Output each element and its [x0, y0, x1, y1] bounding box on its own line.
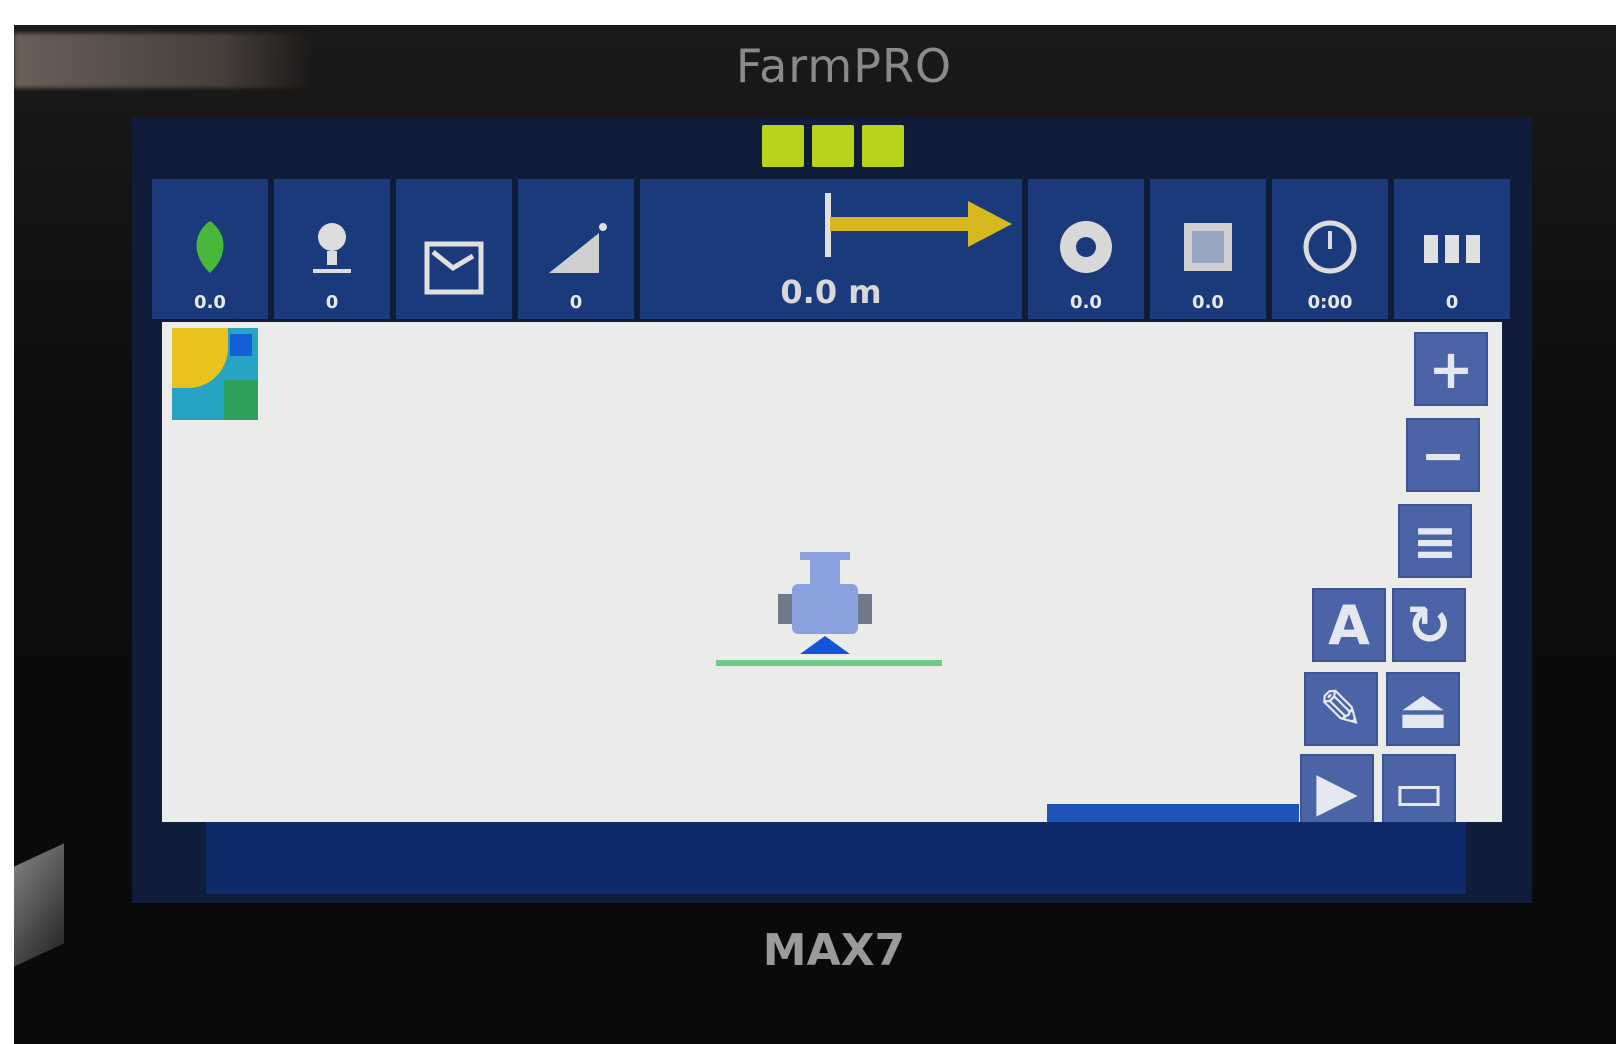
play-button[interactable]: ▶ [1300, 754, 1374, 828]
tile-value: 0 [325, 292, 339, 313]
auto-steer-button[interactable]: A [1312, 588, 1386, 662]
map-view[interactable]: + − ≡ A ↻ ✎ ⏏ ▶ ▭ [162, 322, 1502, 828]
zoom-in-button[interactable]: + [1414, 332, 1488, 406]
tile-speed[interactable]: 0.0 [1028, 179, 1144, 319]
top-toolbar: 0.0 0 0 0.0 m 0.0 0.0 0:00 0 [152, 179, 1512, 319]
status-light-3 [862, 125, 904, 167]
menu-button[interactable]: ≡ [1398, 504, 1472, 578]
brand-logo-top: FarmPRO [735, 39, 953, 93]
tile-area[interactable]: 0.0 [1150, 179, 1266, 319]
bottom-status-bar [206, 822, 1466, 894]
zoom-out-button[interactable]: − [1406, 418, 1480, 492]
implement-swath-line [716, 660, 942, 666]
cross-track-distance: 0.0 m [780, 273, 882, 311]
speedometer-icon [1051, 212, 1121, 282]
tile-value: 0.0 [194, 292, 226, 313]
timer-icon [1295, 212, 1365, 282]
map-control-buttons: + − ≡ A ↻ ✎ ⏏ ▶ ▭ [1300, 332, 1490, 832]
tile-slope[interactable]: 0 [518, 179, 634, 319]
lightbar-arrow-icon [825, 193, 1012, 257]
status-lights [762, 125, 904, 167]
bezel-glare [14, 33, 314, 88]
tractor-icon [778, 552, 872, 654]
tile-timer[interactable]: 0:00 [1272, 179, 1388, 319]
tile-sections[interactable]: 0 [1394, 179, 1510, 319]
tile-value: 0.0 [1070, 292, 1102, 313]
tile-value: 0 [1445, 292, 1459, 313]
guidance-panel: 0.0 m [640, 179, 1022, 319]
model-label: MAX7 [762, 925, 906, 976]
status-light-2 [812, 125, 854, 167]
tile-application-rate[interactable]: 0.0 [152, 179, 268, 319]
status-light-1 [762, 125, 804, 167]
slope-icon [541, 212, 611, 282]
person-pin-icon [297, 212, 367, 282]
operator-button[interactable]: ⏏ [1386, 672, 1460, 746]
edit-line-button[interactable]: ✎ [1304, 672, 1378, 746]
tile-operator[interactable]: 0 [274, 179, 390, 319]
rotate-view-button[interactable]: ↻ [1392, 588, 1466, 662]
bezel-corner-reflection [14, 843, 64, 967]
tile-field[interactable] [396, 179, 512, 319]
screen: 0.0 0 0 0.0 m 0.0 0.0 0:00 0 + − ≡ A ↻ ✎… [132, 117, 1532, 903]
display-device: FarmPRO 0.0 0 0 0.0 m 0.0 0.0 0:00 0 + −… [14, 25, 1616, 1044]
record-button[interactable]: ▭ [1382, 754, 1456, 828]
tile-value: 0.0 [1192, 292, 1224, 313]
sections-icon [1417, 212, 1487, 282]
leaf-icon [175, 212, 245, 282]
tile-value: 0:00 [1307, 292, 1353, 313]
area-icon [1173, 212, 1243, 282]
field-boundary-icon [419, 233, 489, 303]
overview-minimap[interactable] [172, 328, 258, 420]
tile-value: 0 [569, 292, 583, 313]
